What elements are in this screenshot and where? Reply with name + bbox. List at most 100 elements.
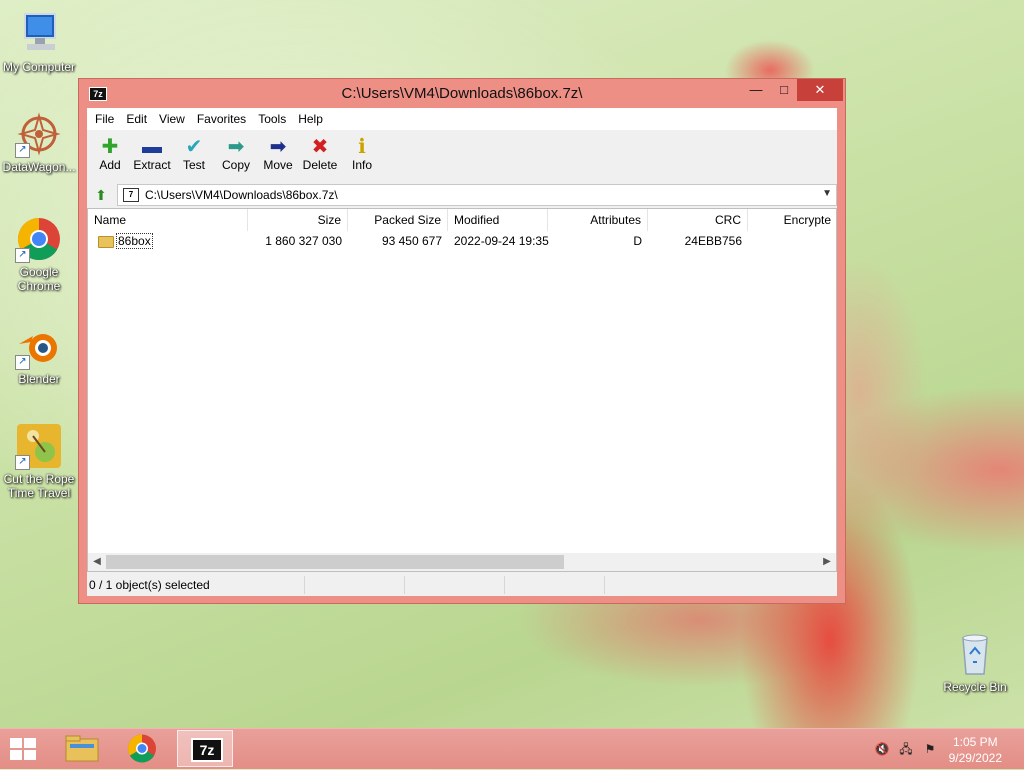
computer-icon bbox=[15, 10, 63, 58]
desktop-icon-cut-the-rope[interactable]: ↗ Cut the Rope Time Travel bbox=[1, 422, 77, 500]
info-icon: ℹ bbox=[358, 136, 366, 158]
folder-icon bbox=[65, 735, 99, 762]
menu-view[interactable]: View bbox=[153, 112, 191, 126]
menu-help[interactable]: Help bbox=[292, 112, 329, 126]
taskbar-7zip[interactable]: 7z bbox=[177, 730, 233, 767]
list-header: Name Size Packed Size Modified Attribute… bbox=[88, 209, 836, 231]
address-field[interactable]: 7 C:\Users\VM4\Downloads\86box.7z\ ▼ bbox=[117, 184, 837, 206]
maximize-button[interactable]: □ bbox=[771, 79, 797, 101]
check-icon: ✔ bbox=[185, 136, 203, 158]
add-button[interactable]: ✚ Add bbox=[89, 130, 131, 172]
menu-edit[interactable]: Edit bbox=[120, 112, 153, 126]
status-pane-2 bbox=[305, 576, 405, 594]
scroll-thumb[interactable] bbox=[106, 555, 564, 569]
address-path: C:\Users\VM4\Downloads\86box.7z\ bbox=[145, 188, 338, 202]
desktop-icon-label: My Computer bbox=[2, 60, 76, 74]
action-center-icon[interactable]: ⚑ bbox=[922, 742, 938, 756]
status-pane-3 bbox=[405, 576, 505, 594]
shortcut-arrow-icon: ↗ bbox=[15, 455, 30, 470]
row-attributes: D bbox=[633, 234, 642, 248]
desktop-icon-label: DataWagon... bbox=[2, 160, 76, 174]
scroll-right-icon[interactable]: ▶ bbox=[818, 553, 836, 571]
column-crc[interactable]: CRC bbox=[648, 209, 748, 231]
folder-up-icon: ⬆ bbox=[95, 187, 107, 203]
extract-button[interactable]: ▬ Extract bbox=[131, 130, 173, 172]
delete-button[interactable]: ✖ Delete bbox=[299, 130, 341, 172]
table-row[interactable]: 86box 1 860 327 030 93 450 677 2022-09-2… bbox=[88, 231, 836, 251]
copy-label: Copy bbox=[221, 158, 250, 172]
desktop-icon-label: Cut the Rope Time Travel bbox=[3, 472, 75, 500]
desktop-icon-google-chrome[interactable]: ↗ Google Chrome bbox=[1, 215, 77, 293]
up-folder-button[interactable]: ⬆ bbox=[89, 184, 113, 206]
info-button[interactable]: ℹ Info bbox=[341, 130, 383, 172]
row-encrypted bbox=[748, 231, 836, 251]
desktop-icon-my-computer[interactable]: My Computer bbox=[1, 10, 77, 74]
move-arrow-icon: ➡ bbox=[269, 136, 287, 158]
minus-icon: ▬ bbox=[142, 136, 162, 158]
status-selected: 0 / 1 object(s) selected bbox=[87, 576, 305, 594]
menu-favorites[interactable]: Favorites bbox=[191, 112, 252, 126]
taskbar-chrome[interactable] bbox=[114, 730, 170, 767]
test-button[interactable]: ✔ Test bbox=[173, 130, 215, 172]
scroll-left-icon[interactable]: ◀ bbox=[88, 553, 106, 571]
desktop-icon-datawagon[interactable]: ↗ DataWagon... bbox=[1, 110, 77, 174]
shortcut-arrow-icon: ↗ bbox=[15, 355, 30, 370]
status-pane-4 bbox=[505, 576, 605, 594]
column-attributes[interactable]: Attributes bbox=[548, 209, 648, 231]
add-label: Add bbox=[99, 158, 121, 172]
move-button[interactable]: ➡ Move bbox=[257, 130, 299, 172]
column-encrypted[interactable]: Encrypte bbox=[748, 209, 836, 231]
address-bar: ⬆ 7 C:\Users\VM4\Downloads\86box.7z\ ▼ bbox=[87, 182, 837, 208]
minimize-button[interactable]: — bbox=[743, 79, 769, 101]
row-name: 86box bbox=[116, 233, 153, 249]
shortcut-arrow-icon: ↗ bbox=[15, 143, 30, 158]
file-list: Name Size Packed Size Modified Attribute… bbox=[87, 208, 837, 572]
taskbar-file-explorer[interactable] bbox=[54, 730, 110, 767]
network-icon[interactable]: 🖧 bbox=[898, 742, 914, 756]
column-modified[interactable]: Modified bbox=[448, 209, 548, 231]
desktop-icon-recycle-bin[interactable]: Recycle Bin bbox=[937, 630, 1013, 694]
close-button[interactable]: ✕ bbox=[797, 79, 843, 101]
7zip-icon: 7z bbox=[191, 738, 223, 762]
recycle-bin-icon bbox=[951, 630, 999, 678]
volume-muted-icon[interactable]: 🔇 bbox=[874, 742, 890, 756]
toolbar: ✚ Add ▬ Extract ✔ Test ➡ Copy ➡ Move ✖ D… bbox=[87, 130, 837, 182]
horizontal-scrollbar[interactable]: ◀ ▶ bbox=[88, 553, 836, 571]
menu-tools[interactable]: Tools bbox=[252, 112, 292, 126]
plus-icon: ✚ bbox=[101, 136, 119, 158]
desktop-icon-label: Recycle Bin bbox=[943, 680, 1007, 694]
row-size: 1 860 327 030 bbox=[265, 234, 342, 248]
delete-x-icon: ✖ bbox=[311, 136, 329, 158]
copy-button[interactable]: ➡ Copy bbox=[215, 130, 257, 172]
start-button[interactable] bbox=[10, 738, 38, 760]
datawagon-icon: ↗ bbox=[15, 110, 63, 158]
7zip-archive-icon: 7 bbox=[123, 188, 139, 202]
delete-label: Delete bbox=[302, 158, 338, 172]
chrome-icon bbox=[128, 734, 156, 763]
chevron-down-icon[interactable]: ▼ bbox=[822, 188, 832, 199]
cut-the-rope-icon: ↗ bbox=[15, 422, 63, 470]
title-bar[interactable]: 7z C:\Users\VM4\Downloads\86box.7z\ — □ … bbox=[79, 79, 845, 107]
folder-icon bbox=[98, 235, 114, 248]
7zip-window: 7z C:\Users\VM4\Downloads\86box.7z\ — □ … bbox=[78, 78, 846, 604]
taskbar: 7z 🔇 🖧 ⚑ 1:05 PM 9/29/2022 bbox=[0, 728, 1024, 769]
info-label: Info bbox=[351, 158, 372, 172]
column-packed-size[interactable]: Packed Size bbox=[348, 209, 448, 231]
column-name[interactable]: Name bbox=[88, 209, 248, 231]
desktop-icon-blender[interactable]: ↗ Blender bbox=[1, 322, 77, 386]
menu-file[interactable]: File bbox=[89, 112, 120, 126]
column-size[interactable]: Size bbox=[248, 209, 348, 231]
clock-date: 9/29/2022 bbox=[948, 751, 1002, 765]
shortcut-arrow-icon: ↗ bbox=[15, 248, 30, 263]
row-crc: 24EBB756 bbox=[684, 234, 742, 248]
window-title: C:\Users\VM4\Downloads\86box.7z\ bbox=[341, 85, 583, 102]
blender-icon: ↗ bbox=[15, 322, 63, 370]
row-name-cell: 86box bbox=[92, 231, 248, 251]
chrome-icon: ↗ bbox=[15, 215, 63, 263]
window-client: File Edit View Favorites Tools Help ✚ Ad… bbox=[87, 108, 837, 596]
extract-label: Extract bbox=[133, 158, 171, 172]
clock[interactable]: 1:05 PM 9/29/2022 bbox=[949, 734, 1002, 766]
status-bar: 0 / 1 object(s) selected bbox=[87, 574, 837, 596]
test-label: Test bbox=[182, 158, 205, 172]
row-packed-size: 93 450 677 bbox=[381, 234, 442, 248]
